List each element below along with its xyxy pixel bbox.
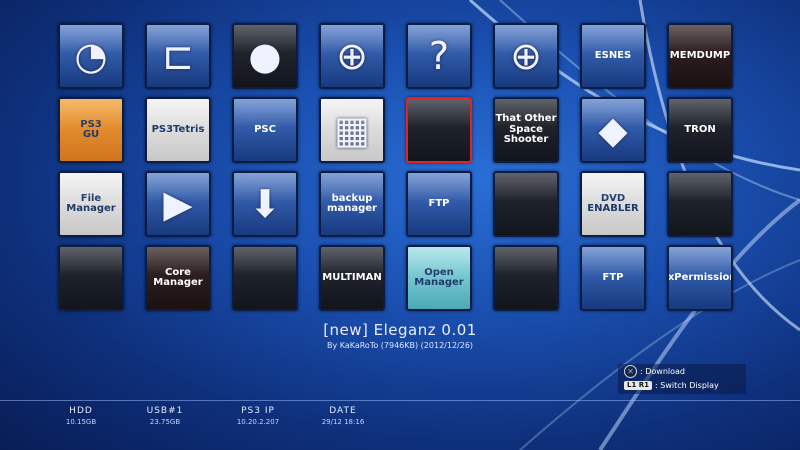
tile-ps3tetris[interactable]: PS3Tetris [145, 97, 211, 163]
tile-label: FixPermissions [667, 271, 731, 283]
tile-gloss [669, 247, 731, 275]
status-ip-key: PS3 IP [241, 406, 275, 416]
showtime-app-icon: ⊏ [162, 34, 194, 78]
tile-file-manager[interactable]: File Manager [58, 171, 124, 237]
tile-label: backup manager [327, 192, 377, 214]
tile-core-manager[interactable]: Core Manager [145, 245, 211, 311]
tile-gloss [669, 25, 731, 53]
tile-gloss [321, 247, 383, 275]
status-hdd: HDD 10.15GB [36, 406, 126, 426]
status-date-value: 29/12 18:16 [321, 418, 365, 426]
selected-app-byline: By KaKaRoTo (7946KB) (2012/12/26) [326, 341, 474, 350]
tile-gloss [60, 247, 122, 275]
tile-label: TRON [684, 123, 716, 135]
web-browser-icon: ⊕ [336, 34, 368, 78]
shoulder-buttons-icon: L1 R1 [624, 380, 653, 390]
tile-gloss [147, 99, 209, 127]
tile-dark-app[interactable] [493, 245, 559, 311]
tile-download-app[interactable]: ⬇ [232, 171, 298, 237]
tile-psp-emulator[interactable]: ESNES [580, 23, 646, 89]
tile-psc-package[interactable]: PSC [232, 97, 298, 163]
tile-unknown-app[interactable]: ? [406, 23, 472, 89]
bomb-game-icon: ● [248, 34, 282, 78]
tile-ps3-gui[interactable]: PS3 GU [58, 97, 124, 163]
tile-that-other-space-shooter[interactable]: That Other Space Shooter [493, 97, 559, 163]
download-app-icon: ⬇ [249, 182, 281, 226]
status-ip: PS3 IP 10.20.2.207 [213, 406, 303, 426]
tile-backup-manager[interactable]: backup manager [319, 171, 385, 237]
selected-app-title: [new] Eleganz 0.01 [323, 321, 477, 339]
button-hints: ✕ : Download L1 R1 : Switch Display [618, 364, 746, 394]
tile-covers-app[interactable] [58, 245, 124, 311]
tile-package-app[interactable]: ◆ [580, 97, 646, 163]
tile-network-app[interactable]: ◔ [58, 23, 124, 89]
tile-media-app[interactable]: ▶ [145, 171, 211, 237]
homebrew-grid: ◔ ⊏ ● ⊕? ⊕ ESNES MEMDUMP PS3 GU PS3Tetris PSC ▦ Tha… [58, 23, 733, 311]
tile-gloss [582, 247, 644, 275]
tile-label: PS3 GU [80, 118, 102, 140]
tile-label: MEMDUMP [669, 49, 731, 61]
tile-gloss [582, 25, 644, 53]
status-usb: USB#1 23.75GB [120, 406, 210, 426]
tile-web-browser[interactable]: ⊕ [319, 23, 385, 89]
tile-pixel-app[interactable]: ▦ [319, 97, 385, 163]
tile-ftp-tools[interactable]: FTP [580, 245, 646, 311]
tile-tron[interactable]: TRON [667, 97, 733, 163]
tile-gloss [495, 247, 557, 275]
package-app-icon: ◆ [598, 108, 628, 152]
hint-download[interactable]: ✕ : Download [618, 364, 746, 378]
status-divider [0, 400, 800, 401]
tile-label: MULTIMAN [322, 271, 382, 283]
tile-gloss [669, 173, 731, 201]
pixel-app-icon: ▦ [334, 108, 370, 152]
status-hdd-key: HDD [69, 406, 93, 416]
hint-switch-display[interactable]: L1 R1 : Switch Display [618, 378, 746, 392]
tile-gloss [408, 173, 470, 201]
hint-switch-display-label: : Switch Display [655, 380, 719, 390]
tile-memdump[interactable]: MEMDUMP [667, 23, 733, 89]
status-date: DATE 29/12 18:16 [298, 406, 388, 426]
hint-download-label: : Download [640, 366, 686, 376]
status-usb-value: 23.75GB [149, 418, 181, 426]
tile-label: Core Manager [153, 266, 203, 288]
tile-label: PS3Tetris [151, 123, 205, 135]
tile-gloss [234, 247, 296, 275]
web-browser-2-icon: ⊕ [510, 34, 542, 78]
tile-xmb-theme[interactable] [667, 171, 733, 237]
status-ip-value: 10.20.2.207 [236, 418, 280, 426]
media-app-icon: ▶ [163, 182, 193, 226]
tile-open-manager[interactable]: Open Manager [406, 245, 472, 311]
cross-button-icon: ✕ [624, 364, 637, 378]
tile-label: ESNES [594, 49, 632, 61]
tile-gloss [234, 99, 296, 127]
tile-multiman[interactable]: MULTIMAN [319, 245, 385, 311]
tile-label: FTP [602, 271, 624, 283]
tile-game-list[interactable] [232, 245, 298, 311]
tile-gloss [408, 99, 470, 127]
status-hdd-value: 10.15GB [65, 418, 97, 426]
status-date-key: DATE [329, 406, 357, 416]
network-app-icon: ◔ [74, 34, 108, 78]
tile-ftp-app[interactable]: FTP [406, 171, 472, 237]
tile-label: Open Manager [414, 266, 464, 288]
tile-label: DVD ENABLER [587, 192, 639, 214]
status-bar: HDD 10.15GB USB#1 23.75GB PS3 IP 10.20.2… [0, 406, 800, 446]
unknown-app-icon: ? [428, 34, 450, 78]
tile-label: File Manager [66, 192, 116, 214]
tile-dvd-enabler[interactable]: DVD ENABLER [580, 171, 646, 237]
tile-fix-permissions[interactable]: FixPermissions [667, 245, 733, 311]
tile-label: That Other Space Shooter [495, 113, 557, 146]
tile-bomb-game[interactable]: ● [232, 23, 298, 89]
tile-showtime-app[interactable]: ⊏ [145, 23, 211, 89]
status-usb-key: USB#1 [146, 406, 184, 416]
tile-eleganz[interactable] [406, 97, 472, 163]
tile-web-browser-2[interactable]: ⊕ [493, 23, 559, 89]
tile-label: PSC [254, 123, 276, 135]
tile-gloss [495, 173, 557, 201]
tile-gloss [669, 99, 731, 127]
tile-label: FTP [428, 197, 450, 209]
tile-media-browser[interactable] [493, 171, 559, 237]
